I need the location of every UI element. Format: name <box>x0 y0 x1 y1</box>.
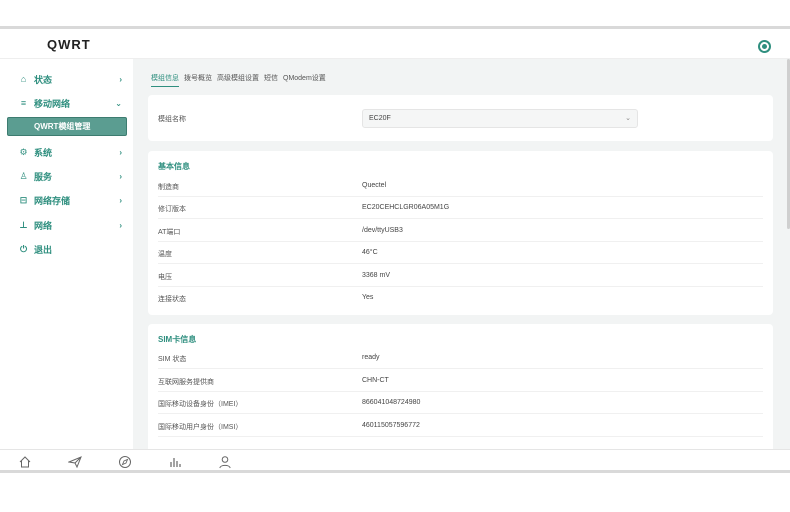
app-title: QWRT <box>47 37 91 52</box>
module-select-value: EC20F <box>369 115 391 122</box>
chevron-right-icon: › <box>119 74 122 84</box>
info-row: 连接状态 Yes <box>158 287 763 309</box>
theme-toggle-icon[interactable] <box>758 40 771 53</box>
row-key: 制造商 <box>158 184 179 191</box>
sidebar-item-status[interactable]: ⌂ 状态 › <box>18 70 126 88</box>
power-icon: ⏻ <box>19 243 28 254</box>
tab-advanced-settings[interactable]: 高级模组设置 <box>217 73 259 87</box>
sidebar-item-label: 状态 <box>34 74 53 85</box>
chevron-down-icon: ⌄ <box>115 98 122 108</box>
row-key: SIM 状态 <box>158 356 187 363</box>
info-row: 国际移动设备身份（IMEI） 866041048724980 <box>158 392 763 414</box>
info-row: AT端口/dev/ttyUSB3 <box>158 220 763 242</box>
compass-icon[interactable] <box>118 455 132 469</box>
sidebar-item-system[interactable]: ⚙ 系统 › <box>18 143 126 161</box>
row-value: 46°C <box>362 249 378 256</box>
row-value: CHN-CT <box>362 377 389 384</box>
info-row: 温度 46°C <box>158 242 763 264</box>
database-icon: ≡ <box>20 98 27 108</box>
sidebar-item-network-storage[interactable]: ⊟ 网络存储 › <box>18 191 126 209</box>
bar-chart-icon[interactable] <box>168 455 182 469</box>
row-key: 国际移动设备身份（IMEI） <box>158 401 243 408</box>
row-value: /dev/ttyUSB3 <box>362 227 403 234</box>
module-name-label: 模组名称 <box>158 116 186 123</box>
module-select[interactable]: EC20F ⌄ <box>362 109 638 128</box>
row-key: 国际移动用户身份（IMSI） <box>158 424 243 431</box>
module-select-card: 模组名称 EC20F ⌄ <box>148 95 773 141</box>
chevron-down-icon: ⌄ <box>625 115 631 122</box>
sidebar-item-label: 系统 <box>34 147 53 158</box>
cog-icon: ⚙ <box>19 146 28 157</box>
row-key: 互联网服务提供商 <box>158 379 214 386</box>
network-icon: ⊥ <box>19 219 28 230</box>
row-value: EC20CEHCLGR06A05M1G <box>362 204 450 211</box>
row-value: ready <box>362 354 380 361</box>
info-row: SIM 状态 ready <box>158 347 763 369</box>
row-key: AT端口 <box>158 229 181 236</box>
sidebar-item-label: 退出 <box>34 244 53 255</box>
tab-sms[interactable]: 短信 <box>264 73 278 87</box>
basic-info-card: 基本信息 制造商 Quectel 修订版本 EC20CEHCLGR06A05M1G … <box>148 151 773 315</box>
app-window: QWRT ⌂ 状态 › ≡ 移动网络 ⌄ QWRT模组管理 ⚙ 系统 › ♙ 服… <box>0 26 790 473</box>
row-key: 连接状态 <box>158 296 186 303</box>
sidebar-item-network[interactable]: ⊥ 网络 › <box>18 216 126 234</box>
sidebar-item-mobile-network[interactable]: ≡ 移动网络 ⌄ <box>18 94 126 112</box>
home-icon: ⌂ <box>20 74 27 84</box>
tab-bar: 模组信息 拨号概览 高级模组设置 短信 QModem设置 <box>151 73 326 87</box>
sidebar-item-services[interactable]: ♙ 服务 › <box>18 167 126 185</box>
tab-module-info[interactable]: 模组信息 <box>151 73 179 87</box>
tab-dial-overview[interactable]: 拨号概览 <box>184 73 212 87</box>
home-icon[interactable] <box>18 455 32 469</box>
user-icon: ♙ <box>19 170 28 181</box>
sidebar-item-logout[interactable]: ⏻ 退出 <box>18 240 126 258</box>
user-icon[interactable] <box>218 455 232 469</box>
row-value: Quectel <box>362 182 387 189</box>
sidebar-item-qwrt-module[interactable]: QWRT模组管理 <box>7 117 127 136</box>
sim-info-card: SIM卡信息 SIM 状态 ready 互联网服务提供商 CHN-CT 国际移动设备… <box>148 324 773 449</box>
sidebar-item-label: 服务 <box>34 171 53 182</box>
row-key: 修订版本 <box>158 206 186 213</box>
row-value: 3368 mV <box>362 272 391 279</box>
main-content: 模组信息 拨号概览 高级模组设置 短信 QModem设置 模组名称 EC20F … <box>133 59 790 449</box>
row-key: 温度 <box>158 251 172 258</box>
storage-icon: ⊟ <box>19 194 28 205</box>
section-title: 基本信息 <box>158 162 190 171</box>
chevron-right-icon: › <box>119 171 122 181</box>
sidebar-item-label: 移动网络 <box>34 98 71 109</box>
info-row: 制造商 Quectel <box>158 175 763 197</box>
sidebar: ⌂ 状态 › ≡ 移动网络 ⌄ QWRT模组管理 ⚙ 系统 › ♙ 服务 › ⊟… <box>0 59 133 449</box>
tab-qmodem-settings[interactable]: QModem设置 <box>283 73 326 87</box>
chevron-right-icon: › <box>119 147 122 157</box>
bottom-nav <box>0 449 790 470</box>
chevron-right-icon: › <box>119 220 122 230</box>
send-icon[interactable] <box>68 455 82 469</box>
chevron-right-icon: › <box>119 195 122 205</box>
section-title: SIM卡信息 <box>158 335 197 344</box>
row-value: 460115057596772 <box>362 422 420 429</box>
info-row: 互联网服务提供商 CHN-CT <box>158 370 763 392</box>
sidebar-item-label: 网络 <box>34 220 53 231</box>
top-bar: QWRT <box>0 29 790 59</box>
sidebar-item-label: 网络存储 <box>34 195 71 206</box>
info-row: 电压 3368 mV <box>158 265 763 287</box>
row-value: Yes <box>362 294 374 301</box>
row-value: 866041048724980 <box>362 399 421 406</box>
info-row: 修订版本 EC20CEHCLGR06A05M1G <box>158 197 763 219</box>
info-row: 国际移动用户身份（IMSI） 460115057596772 <box>158 415 763 437</box>
row-key: 电压 <box>158 274 172 281</box>
